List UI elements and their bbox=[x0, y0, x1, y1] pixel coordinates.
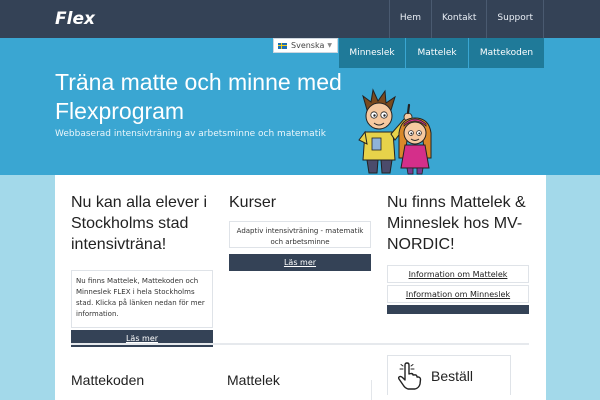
mattekoden-heading: Mattekoden bbox=[71, 372, 145, 388]
kurser-text: Adaptiv intensivträning - matematik och … bbox=[229, 221, 371, 248]
kurser-read-more-button[interactable]: Läs mer bbox=[229, 254, 371, 271]
nav-kontakt[interactable]: Kontakt bbox=[430, 0, 486, 38]
mvnordic-button-bar[interactable] bbox=[387, 305, 529, 314]
swedish-flag-icon bbox=[278, 42, 287, 49]
hero-banner: Svenska ▼ Minneslek Mattelek Mattekoden … bbox=[0, 38, 600, 175]
hero-tagline: Webbaserad intensivträning av arbetsminn… bbox=[55, 129, 326, 139]
kurser-heading: Kurser bbox=[229, 194, 277, 211]
product-nav: Minneslek Mattelek Mattekoden bbox=[339, 38, 544, 68]
hero-title: Träna matte och minne med Flexprogram bbox=[55, 69, 342, 124]
flex-logo[interactable]: Flex bbox=[55, 5, 99, 31]
main-nav: Hem Kontakt Support bbox=[388, 0, 544, 38]
column-edge bbox=[371, 380, 372, 400]
language-label: Svenska bbox=[291, 41, 325, 50]
pointing-hand-icon bbox=[397, 361, 422, 390]
kids-illustration bbox=[358, 88, 432, 175]
tab-minneslek[interactable]: Minneslek bbox=[339, 38, 406, 68]
stockholm-heading: Nu kan alla elever i Stockholms stad int… bbox=[71, 194, 208, 253]
section-divider bbox=[71, 343, 529, 345]
tab-mattekoden[interactable]: Mattekoden bbox=[469, 38, 544, 68]
svg-text:Flex: Flex bbox=[55, 9, 96, 29]
mvnordic-column: Nu finns Mattelek & Minneslek hos MV-NOR… bbox=[387, 192, 529, 314]
nav-hem[interactable]: Hem bbox=[388, 0, 431, 38]
info-mattelek-link[interactable]: Information om Mattelek bbox=[387, 265, 529, 283]
stockholm-column: Nu kan alla elever i Stockholms stad int… bbox=[71, 192, 213, 347]
content-panel: Nu kan alla elever i Stockholms stad int… bbox=[55, 175, 546, 400]
top-navbar: Flex Hem Kontakt Support bbox=[0, 0, 600, 38]
stockholm-text: Nu finns Mattelek, Mattekoden och Minnes… bbox=[71, 270, 213, 328]
order-button[interactable]: Beställ bbox=[387, 355, 511, 395]
mvnordic-heading: Nu finns Mattelek & Minneslek hos MV-NOR… bbox=[387, 194, 526, 253]
language-select[interactable]: Svenska ▼ bbox=[273, 38, 338, 53]
nav-support[interactable]: Support bbox=[486, 0, 544, 38]
info-minneslek-link[interactable]: Information om Minneslek bbox=[387, 285, 529, 303]
order-label: Beställ bbox=[431, 367, 474, 384]
mattelek-heading: Mattelek bbox=[227, 372, 280, 388]
tab-mattelek[interactable]: Mattelek bbox=[406, 38, 469, 68]
kurser-column: Kurser Adaptiv intensivträning - matemat… bbox=[229, 192, 371, 271]
chevron-down-icon: ▼ bbox=[327, 42, 332, 49]
